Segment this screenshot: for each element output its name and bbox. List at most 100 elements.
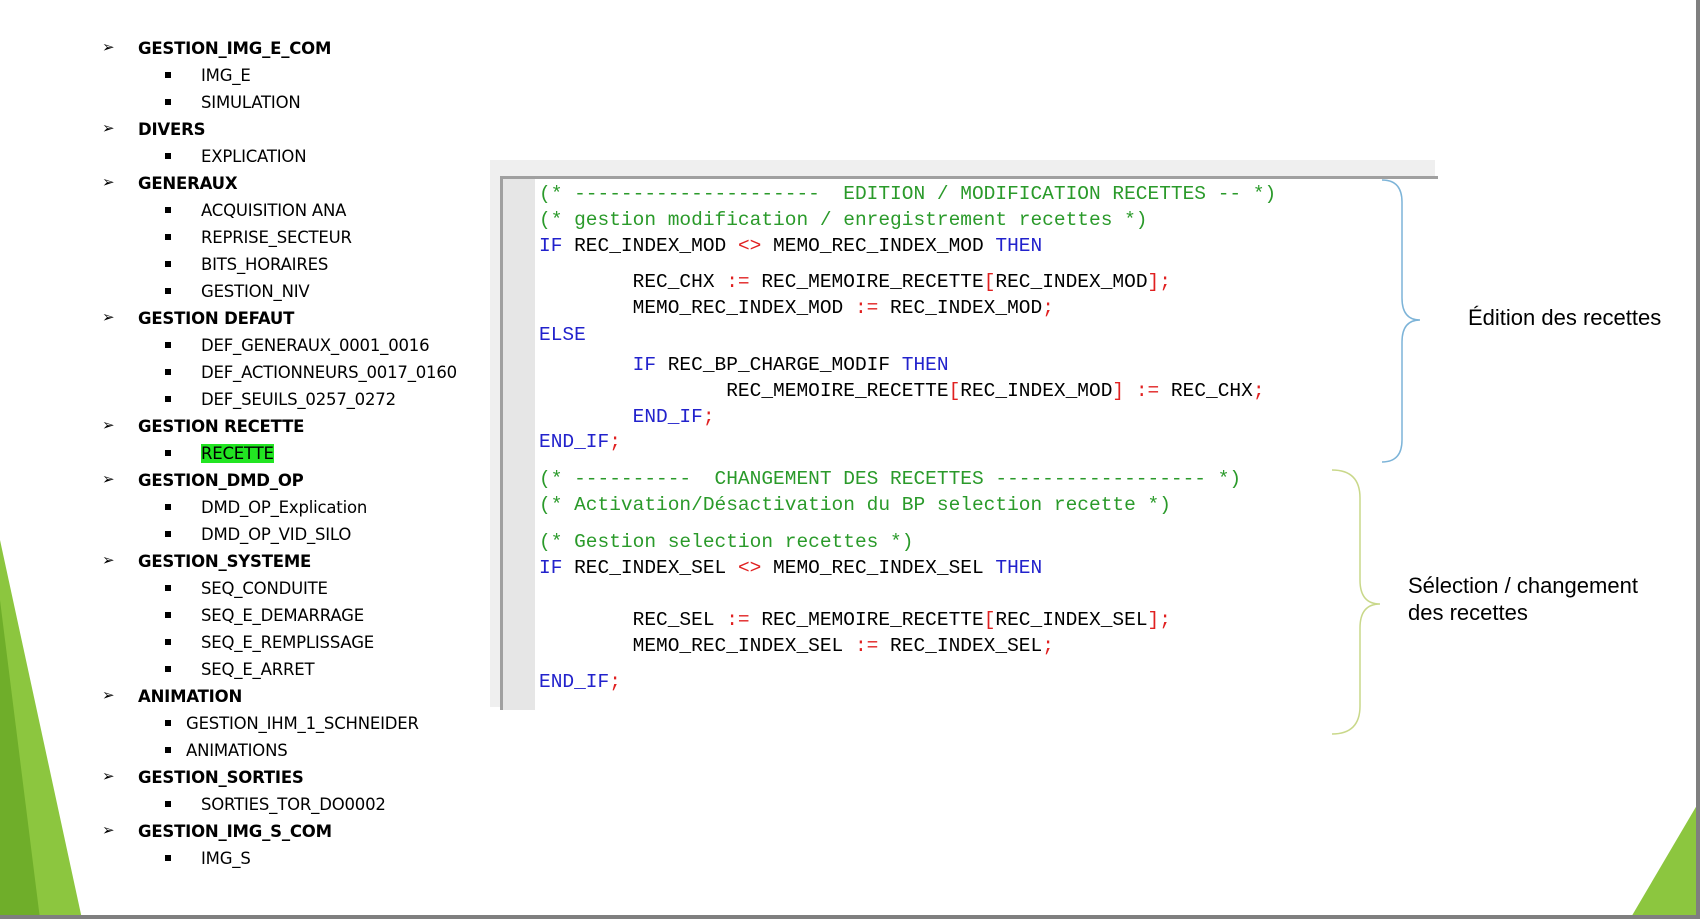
square-bullet-icon: [165, 288, 171, 294]
tree-group[interactable]: ➢ DIVERS: [0, 116, 480, 143]
code-line: REC_CHX := REC_MEMOIRE_RECETTE[REC_INDEX…: [539, 271, 1171, 293]
tree-item[interactable]: DMD_OP_VID_SILO: [0, 521, 480, 548]
code-text: REC_BP_CHARGE_MODIF: [656, 354, 902, 376]
tree-item[interactable]: ACQUISITION ANA: [0, 197, 480, 224]
tree-group-label: GESTION DEFAUT: [138, 309, 295, 328]
square-bullet-icon: [165, 99, 171, 105]
code-line: IF REC_INDEX_MOD <> MEMO_REC_INDEX_MOD T…: [539, 235, 1042, 257]
slide-border-bottom: [0, 915, 1700, 919]
arrow-bullet-icon: ➢: [102, 119, 115, 137]
arrow-bullet-icon: ➢: [102, 686, 115, 704]
code-line: (* Activation/Désactivation du BP select…: [539, 494, 1171, 516]
code-operator: ]: [1112, 380, 1125, 402]
tree-item[interactable]: DEF_GENERAUX_0001_0016: [0, 332, 480, 359]
tree-group[interactable]: ➢ GESTION RECETTE: [0, 413, 480, 440]
tree-item[interactable]: GESTION_NIV: [0, 278, 480, 305]
square-bullet-icon: [165, 801, 171, 807]
square-bullet-icon: [165, 234, 171, 240]
tree-item[interactable]: SIMULATION: [0, 89, 480, 116]
code-operator: [: [983, 271, 996, 293]
arrow-bullet-icon: ➢: [102, 416, 115, 434]
tree-group[interactable]: ➢ ANIMATION: [0, 683, 480, 710]
tree-item[interactable]: SEQ_E_REMPLISSAGE: [0, 629, 480, 656]
code-text: MEMO_REC_INDEX_MOD: [761, 235, 996, 257]
tree-group[interactable]: ➢ GESTION_DMD_OP: [0, 467, 480, 494]
code-keyword: IF: [632, 354, 657, 376]
square-bullet-icon: [165, 855, 171, 861]
tree-item-label: DEF_SEUILS_0257_0272: [201, 390, 396, 409]
tree-item-label: SEQ_E_DEMARRAGE: [201, 606, 364, 625]
slide-border-right: [1696, 0, 1700, 919]
code-line: END_IF;: [539, 431, 621, 453]
code-operator: ;: [609, 431, 621, 453]
tree-item-label: ANIMATIONS: [186, 741, 288, 760]
tree-item-label: EXPLICATION: [201, 147, 307, 166]
tree-item-label-selected: RECETTE: [201, 444, 274, 463]
arrow-bullet-icon: ➢: [102, 470, 115, 488]
code-line: IF REC_INDEX_SEL <> MEMO_REC_INDEX_SEL T…: [539, 557, 1042, 579]
code-text: REC_CHX: [539, 271, 727, 293]
selection-annotation-line1: Sélection / changement: [1408, 573, 1638, 598]
code-line: MEMO_REC_INDEX_SEL := REC_INDEX_SEL;: [539, 635, 1054, 657]
arrow-bullet-icon: ➢: [102, 767, 115, 785]
tree-item-label: BITS_HORAIRES: [201, 255, 329, 274]
tree-item[interactable]: IMG_S: [0, 845, 480, 872]
arrow-bullet-icon: ➢: [102, 308, 115, 326]
code-line: IF REC_BP_CHARGE_MODIF THEN: [539, 354, 949, 376]
code-operator: ;: [1042, 635, 1054, 657]
code-text: REC_MEMOIRE_RECETTE: [539, 380, 949, 402]
tree-item[interactable]: EXPLICATION: [0, 143, 480, 170]
code-comment: (* Gestion selection recettes *): [539, 531, 914, 553]
code-keyword: IF: [539, 235, 563, 257]
tree-group[interactable]: ➢ GENERAUX: [0, 170, 480, 197]
code-text: REC_INDEX_SEL: [995, 609, 1148, 631]
tree-group[interactable]: ➢ GESTION_SYSTEME: [0, 548, 480, 575]
tree-item[interactable]: SEQ_E_ARRET: [0, 656, 480, 683]
tree-item[interactable]: GESTION_IHM_1_SCHNEIDER: [0, 710, 480, 737]
square-bullet-icon: [165, 585, 171, 591]
code-operator: [: [983, 609, 996, 631]
tree-group[interactable]: ➢ GESTION_IMG_S_COM: [0, 818, 480, 845]
code-text: REC_CHX: [1159, 380, 1253, 402]
tree-group[interactable]: ➢ GESTION_SORTIES: [0, 764, 480, 791]
tree-item[interactable]: SEQ_CONDUITE: [0, 575, 480, 602]
code-operator: <>: [737, 235, 762, 257]
code-keyword: ELSE: [539, 324, 586, 346]
tree-group-label: GESTION_IMG_E_COM: [138, 39, 332, 58]
code-editor-panel[interactable]: (* --------------------- EDITION / MODIF…: [500, 176, 1438, 710]
tree-group[interactable]: ➢ GESTION_IMG_E_COM: [0, 35, 480, 62]
code-comment: (* --------------------- EDITION / MODIF…: [539, 183, 1277, 205]
tree-item[interactable]: ANIMATIONS: [0, 737, 480, 764]
tree-item-label: DEF_GENERAUX_0001_0016: [201, 336, 430, 355]
tree-group-label: GESTION_SYSTEME: [138, 552, 312, 571]
tree-item-label: IMG_E: [201, 66, 251, 85]
code-line: MEMO_REC_INDEX_MOD := REC_INDEX_MOD;: [539, 297, 1054, 319]
tree-item-label: GESTION_NIV: [201, 282, 310, 301]
tree-item[interactable]: DMD_OP_Explication: [0, 494, 480, 521]
code-text: REC_INDEX_SEL: [878, 635, 1043, 657]
tree-item-label: SORTIES_TOR_DO0002: [201, 795, 386, 814]
tree-item[interactable]: DEF_ACTIONNEURS_0017_0160: [0, 359, 480, 386]
tree-item[interactable]: BITS_HORAIRES: [0, 251, 480, 278]
tree-item[interactable]: REPRISE_SECTEUR: [0, 224, 480, 251]
tree-item[interactable]: RECETTE: [0, 440, 480, 467]
code-comment: (* Activation/Désactivation du BP select…: [539, 494, 1171, 516]
square-bullet-icon: [165, 639, 171, 645]
tree-group-label: DIVERS: [138, 120, 206, 139]
tree-group[interactable]: ➢ GESTION DEFAUT: [0, 305, 480, 332]
tree-item[interactable]: SORTIES_TOR_DO0002: [0, 791, 480, 818]
code-operator: <>: [737, 557, 762, 579]
code-editor-gutter: [503, 179, 535, 710]
code-keyword: END_IF: [632, 406, 703, 428]
square-bullet-icon: [165, 720, 171, 726]
tree-item[interactable]: IMG_E: [0, 62, 480, 89]
tree-group-label: GESTION_SORTIES: [138, 768, 304, 787]
code-operator: ];: [1147, 609, 1171, 631]
tree-item[interactable]: SEQ_E_DEMARRAGE: [0, 602, 480, 629]
tree-item-label: SEQ_E_REMPLISSAGE: [201, 633, 375, 652]
square-bullet-icon: [165, 504, 171, 510]
square-bullet-icon: [165, 612, 171, 618]
code-text: REC_INDEX_SEL: [562, 557, 738, 579]
tree-item[interactable]: DEF_SEUILS_0257_0272: [0, 386, 480, 413]
tree-group-label: ANIMATION: [138, 687, 243, 706]
